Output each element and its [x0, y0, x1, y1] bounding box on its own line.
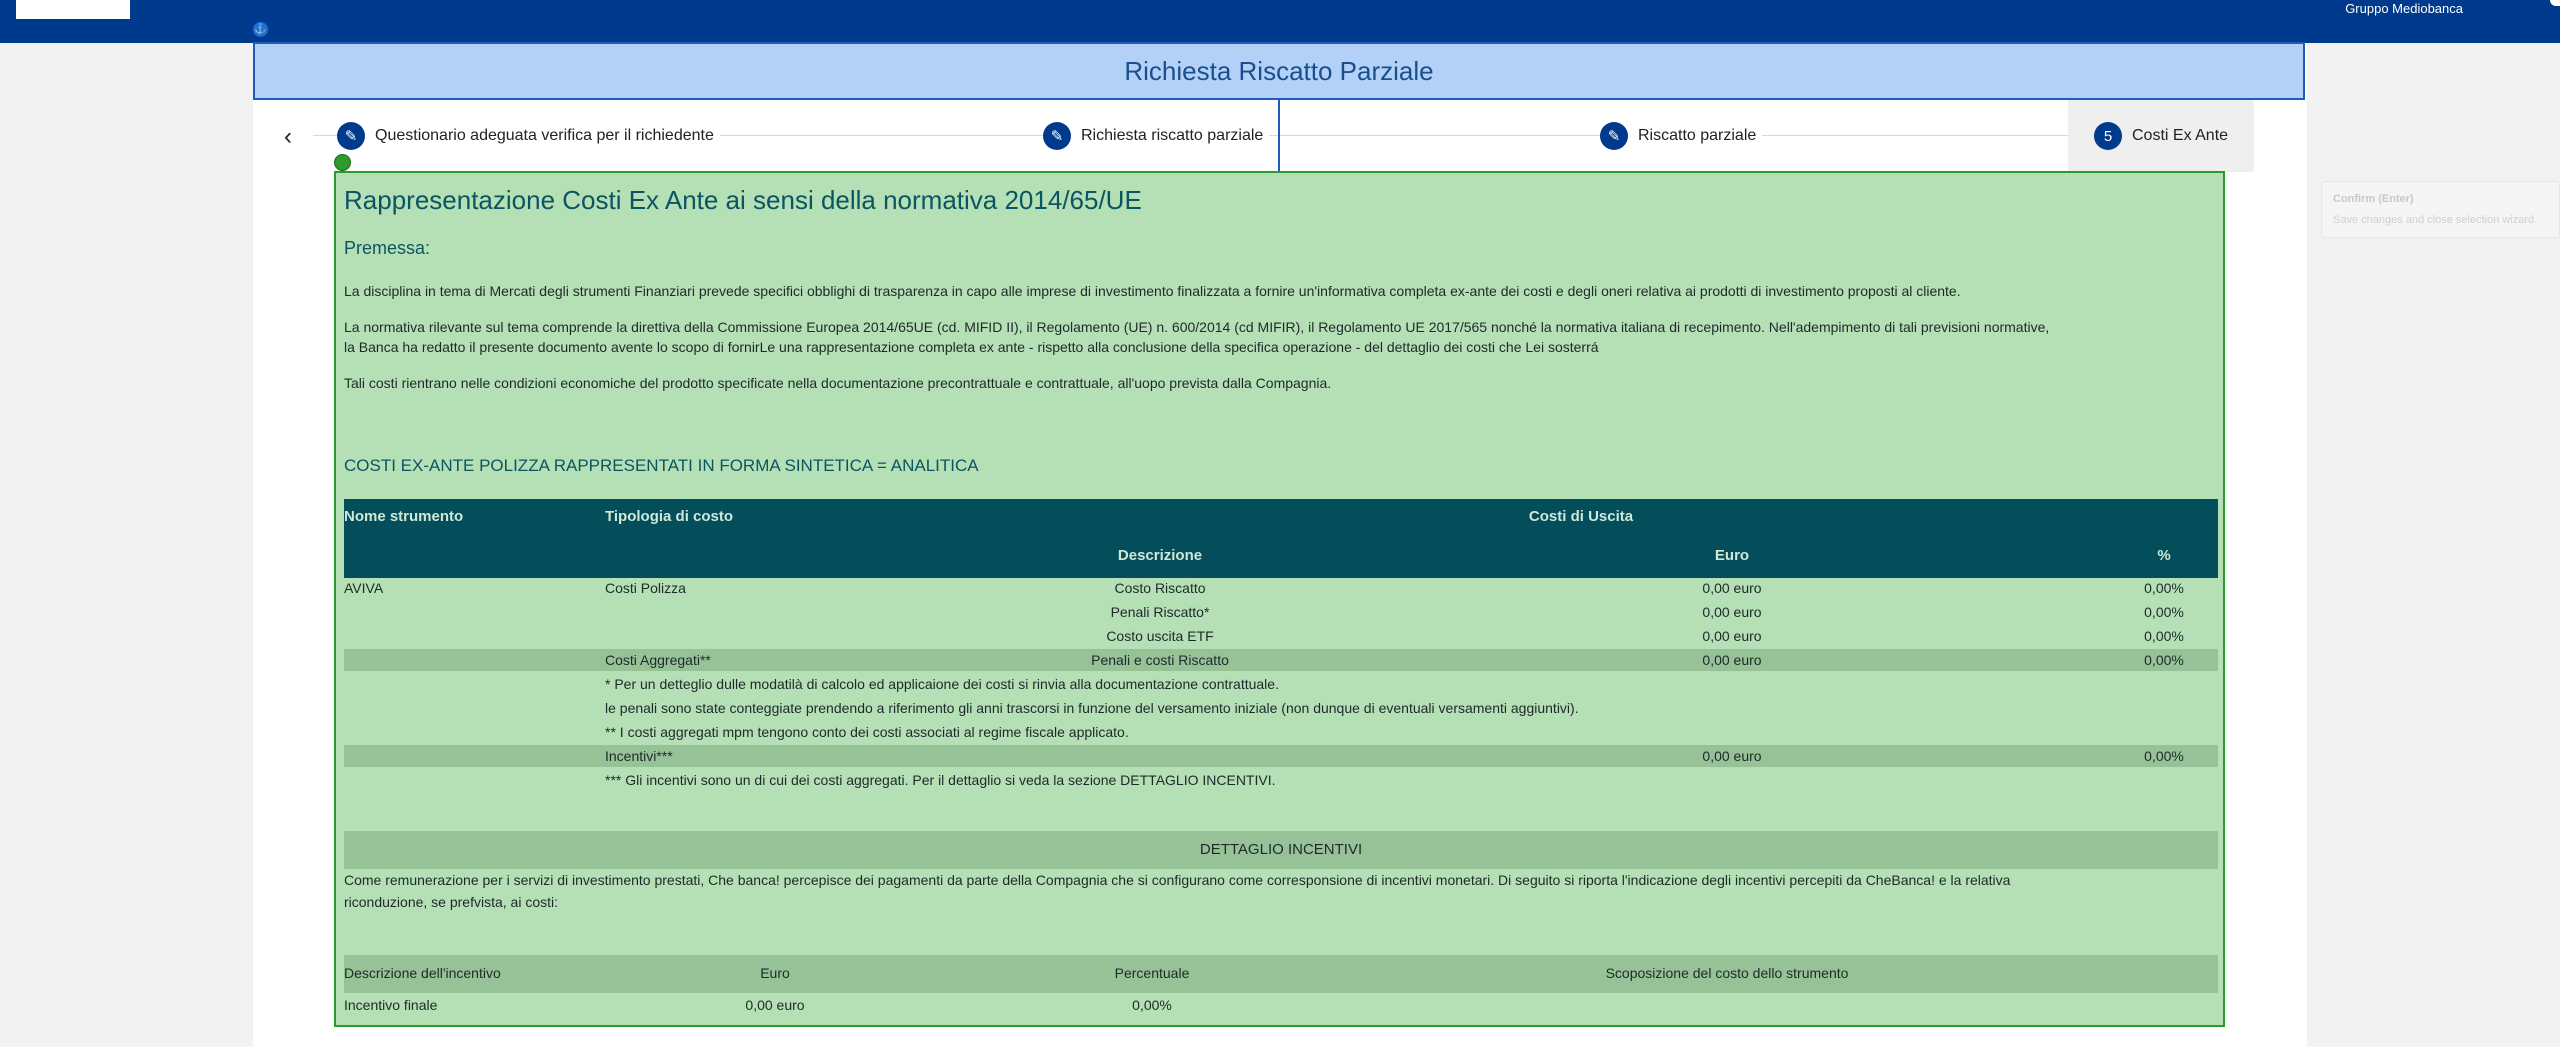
step-riscatto[interactable]: ✎ Riscatto parziale: [1600, 120, 1763, 152]
table-cell: 0,00 euro: [1702, 604, 1762, 620]
step-label: Riscatto parziale: [1638, 127, 1757, 144]
col-tipologia: Tipologia di costo: [605, 508, 734, 525]
col-percent: %: [2157, 547, 2171, 564]
col-costi-uscita: Costi di Uscita: [1528, 508, 1634, 525]
tooltip-title: Confirm (Enter): [2333, 193, 2414, 205]
step-number-badge: 5: [2094, 122, 2122, 150]
paragraph: La normativa rilevante sul tema comprend…: [344, 319, 2050, 335]
instrument-name: AVIVA: [344, 580, 384, 596]
table-cell: 0,00%: [2144, 748, 2184, 764]
table-cell: 0,00 euro: [1702, 652, 1762, 668]
footnote: ** I costi aggregati mpm tengono conto d…: [605, 724, 1129, 740]
step-costi-ex-ante[interactable]: 5 Costi Ex Ante: [2068, 100, 2255, 172]
costs-table-header: Nome strumento Tipologia di costo Costi …: [344, 499, 2218, 578]
step-richiesta[interactable]: ✎ Richiesta riscatto parziale: [1043, 120, 1270, 152]
paragraph: Tali costi rientrano nelle condizioni ec…: [344, 375, 1332, 391]
table-cell: Costo uscita ETF: [1106, 628, 1214, 644]
selection-marker-line: [1278, 100, 1280, 172]
col-descrizione-incentivo: Descrizione dell'incentivo: [344, 965, 501, 981]
table-cell: 0,00 euro: [1702, 628, 1762, 644]
table-cell: 0,00 euro: [1702, 748, 1762, 764]
back-chevron-icon[interactable]: ‹: [273, 122, 303, 152]
table-cell: Incentivo finale: [344, 997, 438, 1013]
table-cell: Costi Aggregati**: [605, 652, 711, 668]
col-descrizione: Descrizione: [1117, 547, 1203, 564]
tooltip-text: Save changes and close selection wizard.: [2333, 214, 2538, 226]
table-cell: 0,00 euro: [1702, 580, 1762, 596]
costs-title: COSTI EX-ANTE POLIZZA RAPPRESENTATI IN F…: [344, 456, 979, 475]
user-icon[interactable]: [2550, 0, 2560, 6]
step-label: Richiesta riscatto parziale: [1081, 127, 1264, 144]
step-label: Costi Ex Ante: [2132, 127, 2229, 144]
table-cell: Penali e costi Riscatto: [1091, 652, 1229, 668]
table-cell: 0,00%: [1132, 997, 1172, 1013]
cost-type: Costi Polizza: [605, 580, 686, 596]
col-euro: Euro: [760, 965, 790, 981]
table-cell: 0,00 euro: [745, 997, 805, 1013]
paragraph: riconduzione, se prefvista, ai costi:: [344, 894, 558, 910]
col-nome-strumento: Nome strumento: [344, 508, 464, 525]
detail-title: DETTAGLIO INCENTIVI: [1199, 841, 1363, 858]
paragraph: Come remunerazione per i servizi di inve…: [344, 872, 2011, 888]
col-euro: Euro: [1714, 547, 1750, 564]
incentives-table-header: [344, 955, 2218, 993]
col-percentuale: Percentuale: [1114, 965, 1190, 981]
anchor-icon[interactable]: ⚓: [253, 22, 268, 37]
page-title: Richiesta Riscatto Parziale: [253, 42, 2305, 100]
table-cell: 0,00%: [2144, 652, 2184, 668]
paragraph: la Banca ha redatto il presente document…: [344, 339, 1599, 355]
footnote: *** Gli incentivi sono un di cui dei cos…: [605, 772, 1276, 788]
table-cell: 0,00%: [2144, 580, 2184, 596]
premessa-heading: Premessa:: [344, 238, 431, 258]
paragraph: La disciplina in tema di Mercati degli s…: [344, 283, 1961, 299]
step-questionario[interactable]: ✎ Questionario adeguata verifica per il …: [337, 120, 720, 152]
brand-label: Gruppo Mediobanca: [2345, 1, 2463, 16]
footnote: * Per un detteglio dulle modatilà di cal…: [605, 676, 1279, 692]
footnote: le penali sono state conteggiate prenden…: [605, 700, 1579, 716]
table-cell: Penali Riscatto*: [1110, 604, 1210, 620]
step-label: Questionario adeguata verifica per il ri…: [375, 127, 714, 144]
confirm-tooltip: Confirm (Enter) Save changes and close s…: [2321, 181, 2560, 238]
costi-ex-ante-panel: Rappresentazione Costi Ex Ante ai sensi …: [334, 171, 2225, 1027]
edit-pencil-icon: ✎: [1043, 122, 1071, 150]
wizard-stepper: ‹ ✎ Questionario adeguata verifica per i…: [253, 100, 2307, 172]
edit-pencil-icon: ✎: [1600, 122, 1628, 150]
table-cell: 0,00%: [2144, 604, 2184, 620]
selection-handle-icon[interactable]: [334, 154, 351, 171]
table-cell: Costo Riscatto: [1114, 580, 1206, 596]
section-heading: Rappresentazione Costi Ex Ante ai sensi …: [344, 185, 1142, 215]
edit-pencil-icon: ✎: [337, 122, 365, 150]
logo[interactable]: [16, 0, 130, 19]
top-bar: Gruppo Mediobanca: [0, 0, 2560, 43]
col-scomposizione: Scoposizione del costo dello strumento: [1605, 965, 1849, 981]
table-cell: 0,00%: [2144, 628, 2184, 644]
table-cell: Incentivi***: [605, 748, 673, 764]
